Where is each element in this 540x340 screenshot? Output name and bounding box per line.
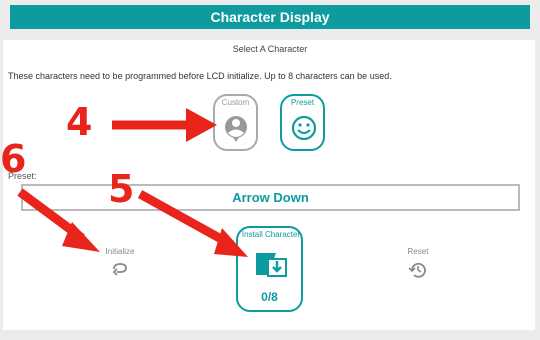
arrow-5 [137,190,248,257]
annotation-number-6: 6 [0,137,27,181]
annotation-number-5: 5 [108,167,135,211]
annotation-number-4: 4 [66,100,93,144]
arrow-6 [17,188,100,252]
annotation-arrows [17,108,248,257]
arrow-4 [112,108,217,142]
